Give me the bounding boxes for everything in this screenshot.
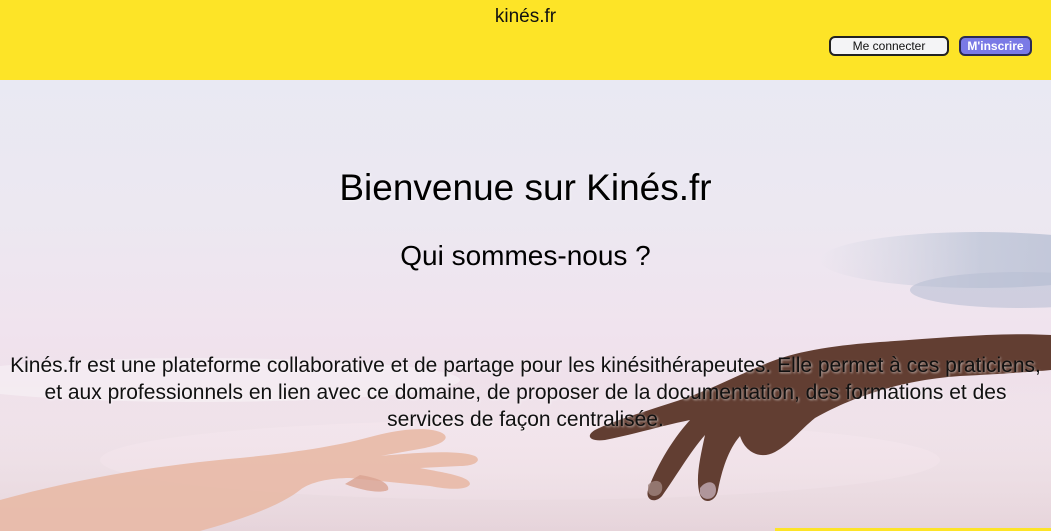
hero-background-image [0,232,1051,531]
site-brand[interactable]: kinés.fr [0,6,1051,28]
top-header: kinés.fr Me connecter M'inscrire [0,0,1051,80]
hero-title: Bienvenue sur Kinés.fr [339,167,712,208]
hero-section: Bienvenue sur Kinés.fr Qui sommes-nous ?… [0,80,1051,531]
hero-description: Kinés.fr est une plateforme collaborativ… [10,354,1041,431]
auth-buttons: Me connecter M'inscrire [829,36,1032,56]
hero-subtitle: Qui sommes-nous ? [400,240,651,271]
register-button[interactable]: M'inscrire [959,36,1032,56]
login-button[interactable]: Me connecter [829,36,949,56]
